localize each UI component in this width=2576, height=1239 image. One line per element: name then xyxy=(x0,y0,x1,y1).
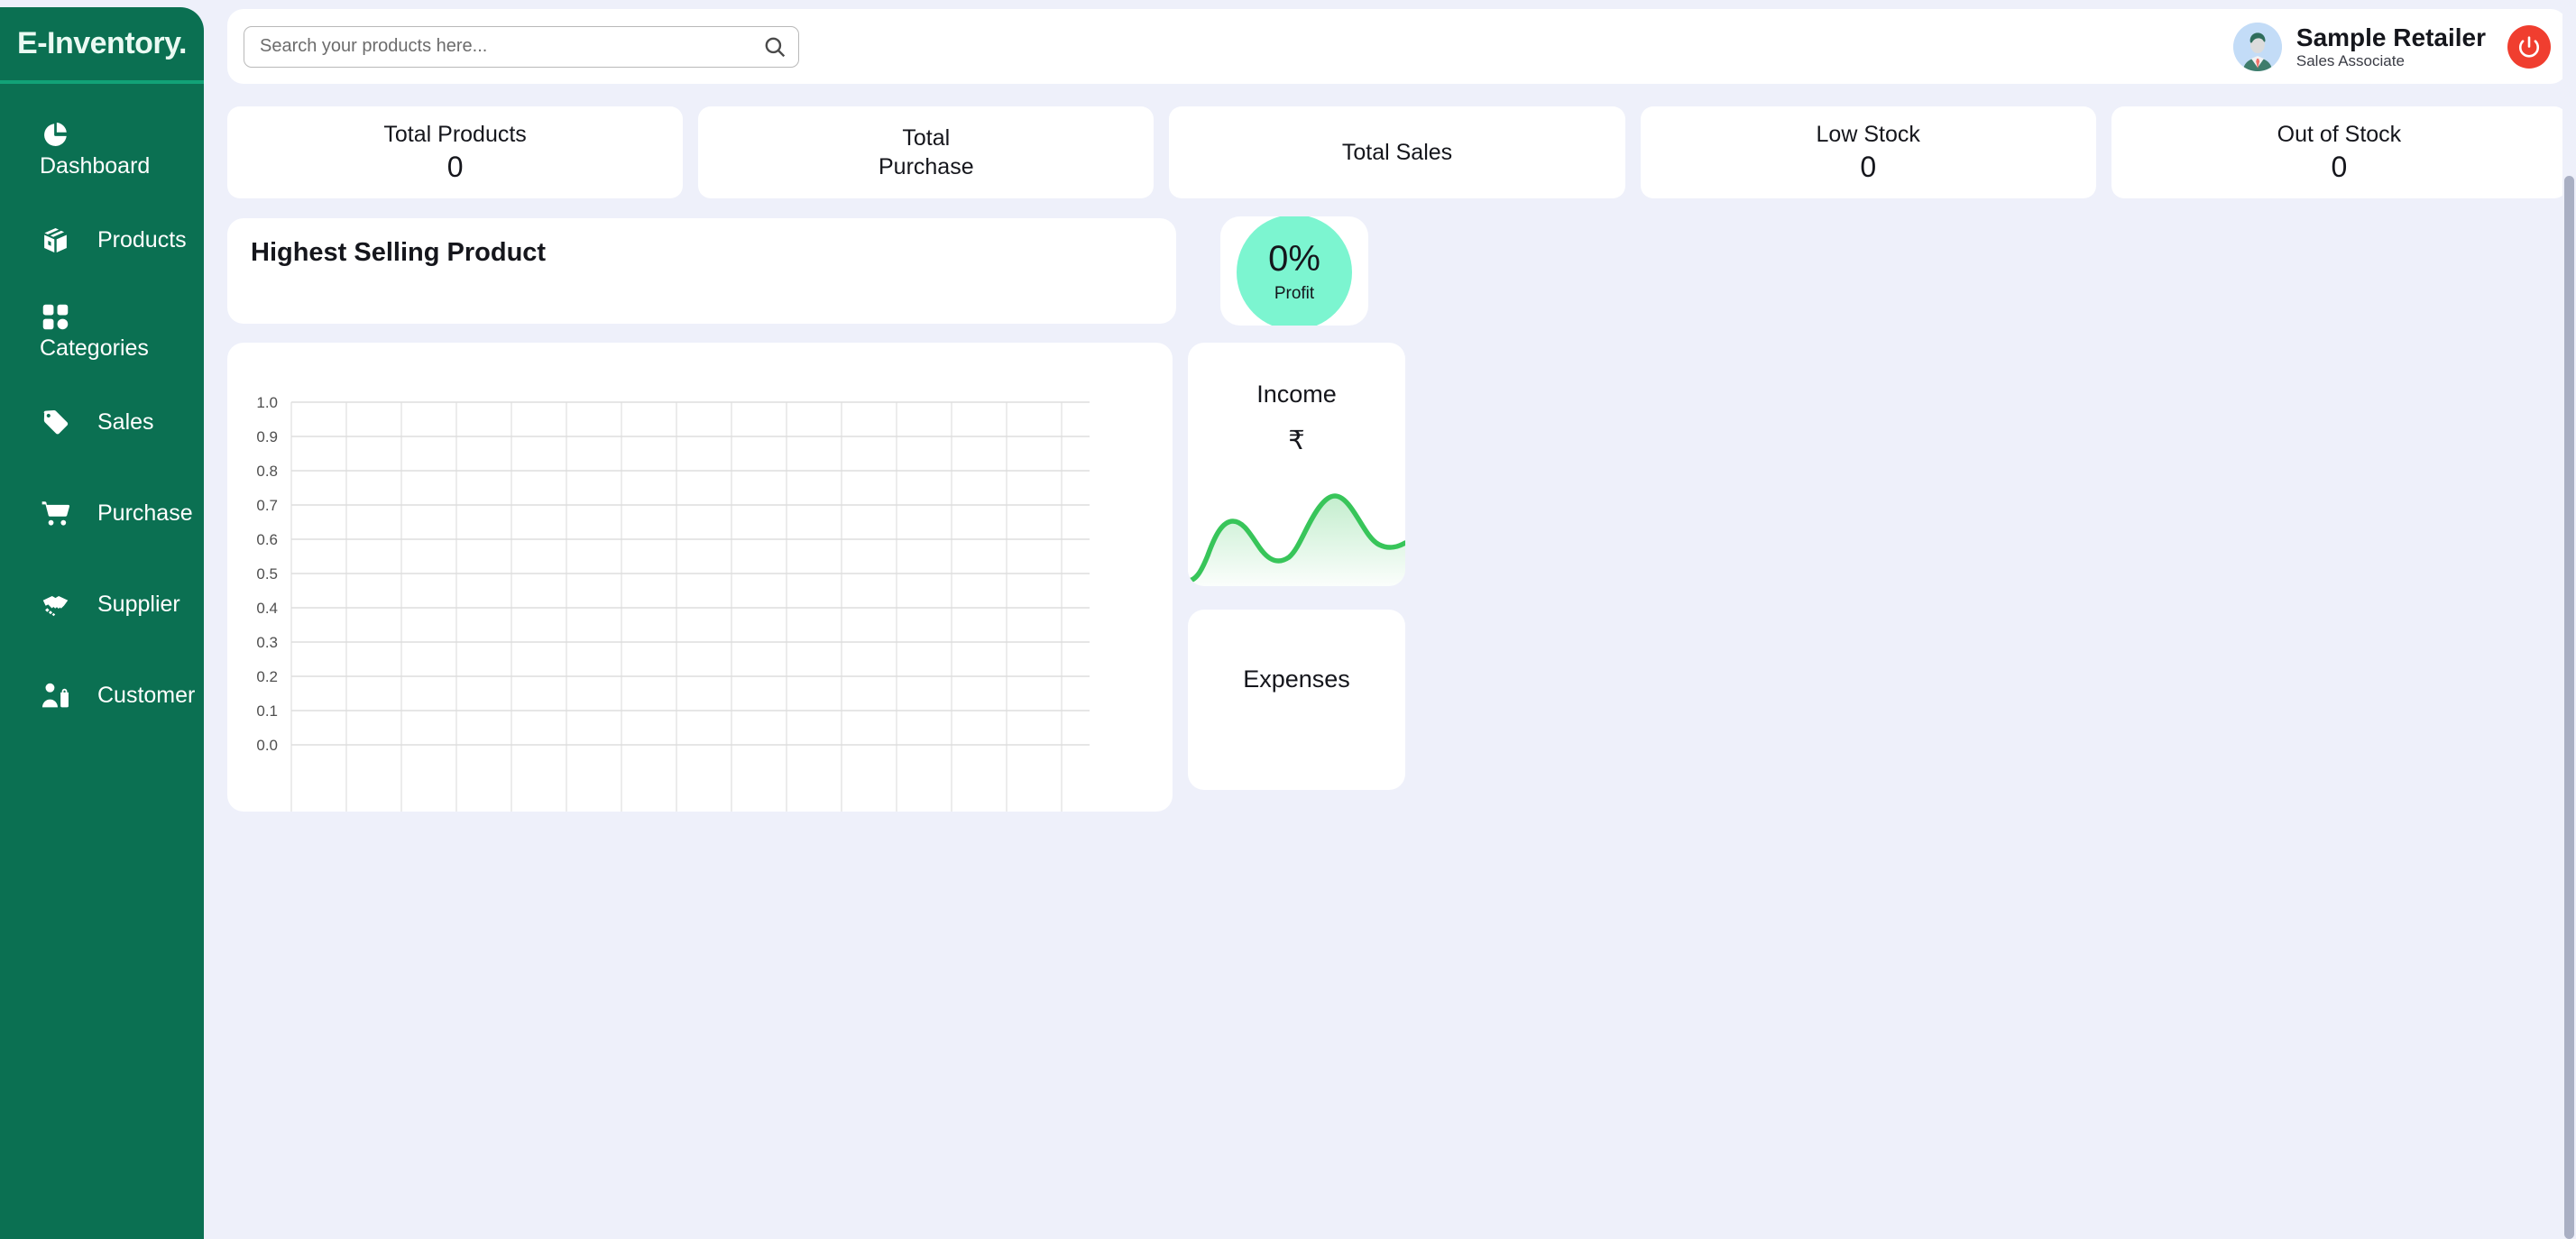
profit-card: 0% Profit xyxy=(1220,216,1368,326)
scrollbar-thumb[interactable] xyxy=(2564,176,2574,1239)
sidebar: E-Inventory. Dashboard Products Categori… xyxy=(0,7,204,1239)
stat-value: 0 xyxy=(446,151,464,183)
sidebar-item-products[interactable]: Products xyxy=(0,195,204,286)
profile: Sample Retailer Sales Associate xyxy=(2232,22,2551,71)
expenses-card: Expenses xyxy=(1188,610,1405,790)
page-scrollbar[interactable] xyxy=(2562,0,2576,1239)
brand-title: E-Inventory. xyxy=(17,26,187,60)
stat-value: 0 xyxy=(2331,151,2348,183)
sales-chart-card: 1.0 0.9 0.8 0.7 0.6 0.5 0.4 0.3 0.2 0.1 … xyxy=(227,343,1173,812)
stat-label: Total Products xyxy=(383,122,527,147)
stat-card-out-of-stock[interactable]: Out of Stock 0 xyxy=(2111,106,2568,198)
profile-text: Sample Retailer Sales Associate xyxy=(2296,23,2486,70)
sidebar-item-label: Purchase xyxy=(97,500,193,526)
sidebar-item-label: Supplier xyxy=(97,592,180,617)
profile-name: Sample Retailer xyxy=(2295,23,2486,51)
avatar xyxy=(2232,22,2282,71)
stat-cards: Total Products 0 Total Purchase Total Sa… xyxy=(227,106,2568,198)
expenses-title: Expenses xyxy=(1243,665,1350,693)
topbar: Sample Retailer Sales Associate xyxy=(227,9,2567,84)
handshake-icon xyxy=(40,590,70,620)
stat-label: Low Stock xyxy=(1816,122,1920,147)
grid-icon xyxy=(40,301,70,332)
cart-icon xyxy=(40,499,70,529)
pie-chart-icon xyxy=(40,119,70,150)
search-container xyxy=(244,25,799,68)
y-tick-label: 0.6 xyxy=(256,531,278,548)
highest-selling-product-card: Highest Selling Product xyxy=(227,218,1176,324)
y-tick-label: 0.4 xyxy=(256,600,278,617)
stat-card-low-stock[interactable]: Low Stock 0 xyxy=(1640,106,2096,198)
sidebar-item-label: Sales xyxy=(97,409,154,435)
y-tick-label: 0.8 xyxy=(256,463,278,480)
stat-card-total-sales[interactable]: Total Sales xyxy=(1169,106,1625,198)
sales-chart: 1.0 0.9 0.8 0.7 0.6 0.5 0.4 0.3 0.2 0.1 … xyxy=(256,394,1090,812)
profit-circle: 0% Profit xyxy=(1237,216,1352,326)
sidebar-item-label: Categories xyxy=(40,335,149,361)
sidebar-item-categories[interactable]: Categories xyxy=(0,286,204,377)
page-title: Highest Selling Product xyxy=(251,238,547,267)
income-card: Income ₹ xyxy=(1188,343,1405,586)
power-icon xyxy=(2518,35,2540,58)
stat-label: Total Sales xyxy=(1341,140,1453,165)
stat-label: Out of Stock xyxy=(2277,122,2402,147)
profile-role: Sales Associate xyxy=(2295,51,2405,69)
sidebar-item-label: Dashboard xyxy=(40,153,151,179)
dashboard-root: E-Inventory. Dashboard Products Categori… xyxy=(0,0,2576,1239)
search-input[interactable] xyxy=(244,25,799,68)
chart-gridlines xyxy=(290,401,1090,812)
income-amount: ₹ xyxy=(1288,427,1305,455)
y-tick-label: 1.0 xyxy=(256,394,278,411)
search-icon[interactable] xyxy=(763,35,787,59)
logout-button[interactable] xyxy=(2507,24,2551,69)
sidebar-item-label: Customer xyxy=(97,683,196,708)
y-tick-label: 0.9 xyxy=(256,428,278,445)
stat-card-total-products[interactable]: Total Products 0 xyxy=(227,106,684,198)
y-tick-label: 0.1 xyxy=(256,702,278,720)
income-title: Income xyxy=(1256,381,1337,408)
sidebar-item-customer[interactable]: Customer xyxy=(0,650,204,741)
profit-percent: 0% xyxy=(1268,238,1320,279)
income-sparkline xyxy=(1188,493,1405,586)
sidebar-item-supplier[interactable]: Supplier xyxy=(0,559,204,650)
box-icon xyxy=(40,225,70,256)
y-tick-label: 0.2 xyxy=(256,668,278,685)
sidebar-nav: Dashboard Products Categories Sales Purc… xyxy=(0,84,204,741)
chart-y-axis-ticks: 1.0 0.9 0.8 0.7 0.6 0.5 0.4 0.3 0.2 0.1 … xyxy=(256,394,278,754)
stat-label: Total Purchase xyxy=(878,125,974,179)
sidebar-item-sales[interactable]: Sales xyxy=(0,377,204,468)
y-tick-label: 0.5 xyxy=(256,565,278,583)
stat-value: 0 xyxy=(1860,151,1877,183)
sidebar-item-dashboard[interactable]: Dashboard xyxy=(0,104,204,195)
y-tick-label: 0.0 xyxy=(256,737,278,754)
profit-label: Profit xyxy=(1274,283,1315,303)
y-tick-label: 0.3 xyxy=(256,634,278,651)
customer-icon xyxy=(40,681,70,711)
stat-card-total-purchase[interactable]: Total Purchase xyxy=(698,106,1155,198)
tag-icon xyxy=(40,408,70,438)
sidebar-item-purchase[interactable]: Purchase xyxy=(0,468,204,559)
sidebar-item-label: Products xyxy=(97,227,187,252)
brand: E-Inventory. xyxy=(0,7,204,84)
y-tick-label: 0.7 xyxy=(256,497,278,514)
